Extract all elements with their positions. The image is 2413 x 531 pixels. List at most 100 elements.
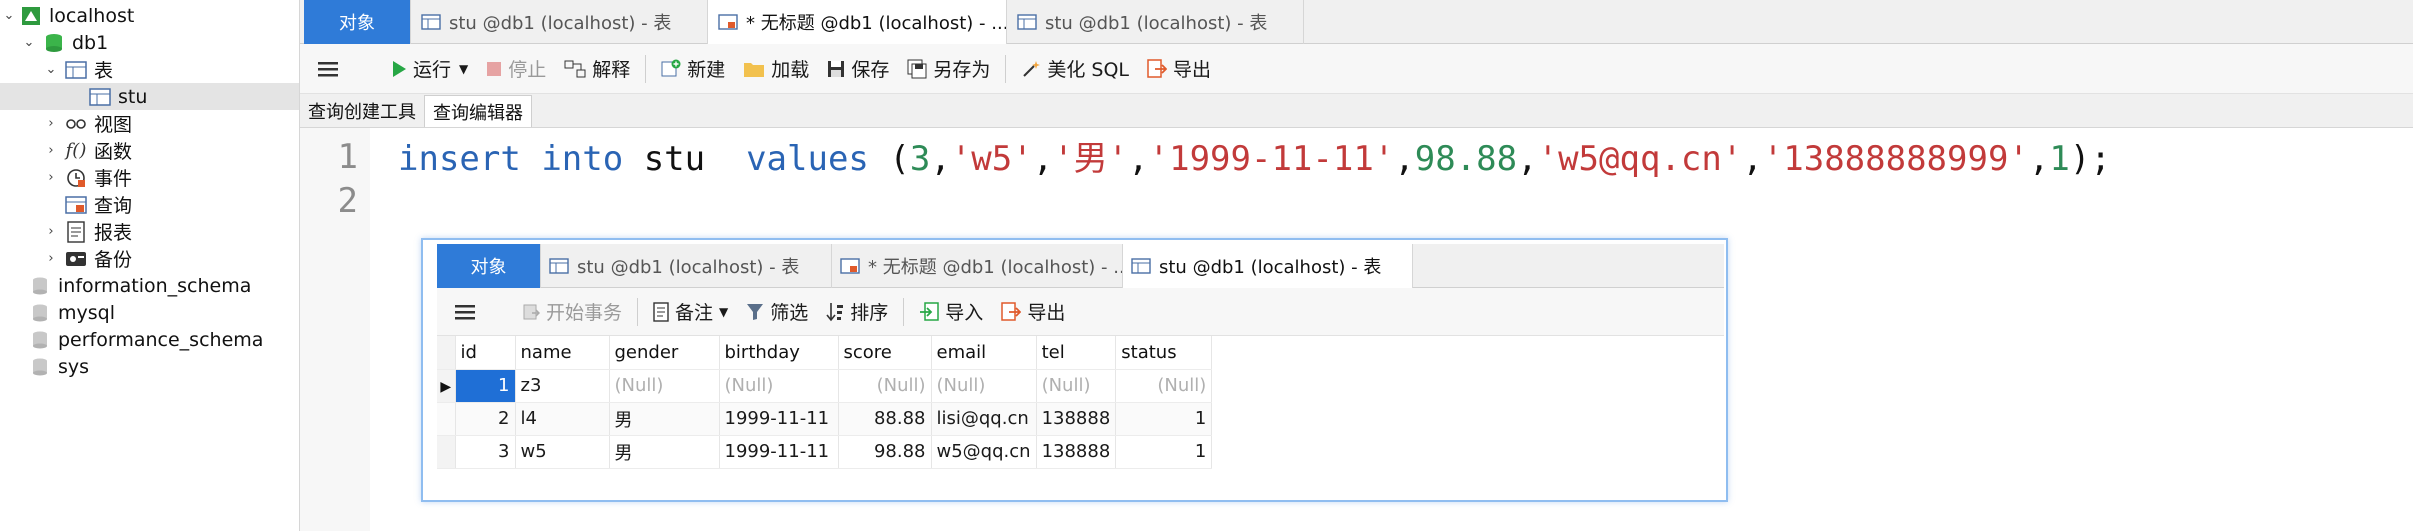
tab-untitled-query[interactable]: * 无标题 @db1 (localhost) - ... bbox=[832, 244, 1123, 288]
chevron-down-icon[interactable]: ⌄ bbox=[20, 34, 38, 52]
tree-database-db1[interactable]: ⌄ db1 bbox=[0, 29, 299, 56]
column-header-id[interactable]: id bbox=[455, 336, 516, 370]
sql-code-line[interactable]: insert into stu values (3,'w5','男','1999… bbox=[398, 137, 2111, 181]
filter-button[interactable]: 筛选 bbox=[737, 294, 817, 330]
tree-events[interactable]: › 事件 bbox=[0, 164, 299, 191]
load-button[interactable]: 加载 bbox=[734, 51, 818, 87]
column-header-email[interactable]: email bbox=[931, 336, 1037, 370]
database-icon bbox=[43, 33, 65, 53]
chevron-right-icon[interactable]: › bbox=[42, 223, 60, 241]
dropdown-arrow-icon[interactable]: ▼ bbox=[719, 305, 728, 319]
toolbar-divider bbox=[645, 54, 647, 83]
note-button[interactable]: 备注 ▼ bbox=[644, 294, 737, 330]
cell-gender[interactable]: 男 bbox=[609, 435, 720, 469]
cell-tel[interactable]: (Null) bbox=[1036, 369, 1117, 403]
beautify-sql-button[interactable]: 美化 SQL bbox=[1012, 51, 1138, 87]
cell-birthday[interactable]: 1999-11-11 bbox=[719, 402, 839, 436]
tab-query-builder[interactable]: 查询创建工具 bbox=[300, 95, 424, 127]
cell-gender[interactable]: 男 bbox=[609, 402, 720, 436]
cell-score[interactable]: (Null) bbox=[838, 369, 932, 403]
hamburger-icon bbox=[455, 304, 475, 319]
cell-id[interactable]: 1 bbox=[455, 369, 516, 403]
table-row[interactable]: 3 w5 男 1999-11-11 98.88 w5@qq.cn 138888 … bbox=[437, 435, 1213, 469]
tab-stu-table[interactable]: stu @db1 (localhost) - 表 bbox=[411, 0, 708, 44]
table-icon bbox=[421, 14, 441, 30]
cell-gender[interactable]: (Null) bbox=[609, 369, 720, 403]
tab-stu-table[interactable]: stu @db1 (localhost) - 表 bbox=[541, 244, 832, 288]
tree-db-sys[interactable]: sys bbox=[0, 353, 299, 380]
export-button[interactable]: 导出 bbox=[1138, 51, 1220, 87]
tree-backups[interactable]: › 备份 bbox=[0, 245, 299, 272]
column-header-gender[interactable]: gender bbox=[609, 336, 720, 370]
import-button[interactable]: 导入 bbox=[910, 294, 992, 330]
cell-name[interactable]: z3 bbox=[515, 369, 610, 403]
tree-queries[interactable]: 查询 bbox=[0, 191, 299, 218]
cell-name[interactable]: l4 bbox=[515, 402, 610, 436]
begin-transaction-button[interactable]: 开始事务 bbox=[513, 294, 631, 330]
sort-icon bbox=[826, 302, 844, 322]
explain-button[interactable]: 解释 bbox=[555, 51, 639, 87]
cell-status[interactable]: 1 bbox=[1115, 402, 1213, 436]
cell-tel[interactable]: 138888 bbox=[1036, 402, 1117, 436]
cell-email[interactable]: w5@qq.cn bbox=[931, 435, 1037, 469]
tree-functions[interactable]: › f() 函数 bbox=[0, 137, 299, 164]
cell-email[interactable]: (Null) bbox=[931, 369, 1037, 403]
cell-status[interactable]: (Null) bbox=[1115, 369, 1213, 403]
cell-score[interactable]: 88.88 bbox=[838, 402, 932, 436]
tab-query-editor[interactable]: 查询编辑器 bbox=[424, 95, 532, 127]
row-marker-header bbox=[437, 336, 456, 370]
column-header-status[interactable]: status bbox=[1115, 336, 1213, 370]
table-row[interactable]: ▶ 1 z3 (Null) (Null) (Null) (Null) (Null… bbox=[437, 369, 1213, 403]
tab-objects[interactable]: 对象 bbox=[304, 0, 411, 44]
tree-db-information-schema[interactable]: information_schema bbox=[0, 272, 299, 299]
column-header-tel[interactable]: tel bbox=[1036, 336, 1117, 370]
cell-name[interactable]: w5 bbox=[515, 435, 610, 469]
cell-id[interactable]: 3 bbox=[455, 435, 516, 469]
query-icon bbox=[65, 195, 87, 215]
tree-table-stu[interactable]: stu bbox=[0, 83, 299, 110]
table-row[interactable]: 2 l4 男 1999-11-11 88.88 lisi@qq.cn 13888… bbox=[437, 402, 1213, 436]
tree-views[interactable]: › 视图 bbox=[0, 110, 299, 137]
cell-tel[interactable]: 138888 bbox=[1036, 435, 1117, 469]
sort-button[interactable]: 排序 bbox=[817, 294, 897, 330]
chevron-right-icon[interactable]: › bbox=[42, 250, 60, 268]
chevron-down-icon[interactable]: ⌄ bbox=[0, 7, 18, 25]
popup-tab-bar: 对象 stu @db1 (localhost) - 表 * 无标题 @db1 (… bbox=[437, 244, 1724, 288]
tab-stu-table-active[interactable]: stu @db1 (localhost) - 表 bbox=[1123, 244, 1413, 288]
menu-button[interactable] bbox=[437, 303, 493, 321]
column-header-birthday[interactable]: birthday bbox=[719, 336, 839, 370]
tree-reports[interactable]: › 报表 bbox=[0, 218, 299, 245]
cell-email[interactable]: lisi@qq.cn bbox=[931, 402, 1037, 436]
save-as-button[interactable]: 另存为 bbox=[898, 51, 999, 87]
tab-objects[interactable]: 对象 bbox=[437, 244, 541, 288]
tree-db-performance-schema[interactable]: performance_schema bbox=[0, 326, 299, 353]
cell-id[interactable]: 2 bbox=[455, 402, 516, 436]
tree-connection-localhost[interactable]: ⌄ localhost bbox=[0, 2, 299, 29]
export-icon bbox=[1147, 58, 1167, 79]
chevron-right-icon[interactable]: › bbox=[42, 142, 60, 160]
save-button[interactable]: 保存 bbox=[818, 51, 898, 87]
tab-stu-table-2[interactable]: stu @db1 (localhost) - 表 bbox=[1007, 0, 1304, 44]
export-button[interactable]: 导出 bbox=[992, 294, 1074, 330]
column-header-score[interactable]: score bbox=[838, 336, 932, 370]
new-button[interactable]: 新建 bbox=[652, 51, 734, 87]
tree-tables-folder[interactable]: ⌄ 表 bbox=[0, 56, 299, 83]
tree-db-mysql[interactable]: mysql bbox=[0, 299, 299, 326]
column-header-name[interactable]: name bbox=[515, 336, 610, 370]
tab-untitled-query[interactable]: * 无标题 @db1 (localhost) - ... bbox=[708, 0, 1007, 44]
cell-score[interactable]: 98.88 bbox=[838, 435, 932, 469]
run-button[interactable]: 运行 ▼ bbox=[382, 51, 477, 87]
cell-birthday[interactable]: 1999-11-11 bbox=[719, 435, 839, 469]
chevron-down-icon[interactable]: ⌄ bbox=[42, 61, 60, 79]
value-id: 3 bbox=[909, 139, 931, 179]
cell-status[interactable]: 1 bbox=[1115, 435, 1213, 469]
chevron-right-icon[interactable]: › bbox=[42, 115, 60, 133]
menu-button[interactable] bbox=[300, 60, 356, 78]
cell-birthday[interactable]: (Null) bbox=[719, 369, 839, 403]
stop-button[interactable]: 停止 bbox=[477, 51, 555, 87]
table-identifier: stu bbox=[643, 139, 706, 179]
dropdown-arrow-icon[interactable]: ▼ bbox=[459, 62, 468, 76]
database-icon bbox=[29, 357, 51, 377]
chevron-right-icon[interactable]: › bbox=[42, 169, 60, 187]
save-icon bbox=[827, 60, 845, 78]
